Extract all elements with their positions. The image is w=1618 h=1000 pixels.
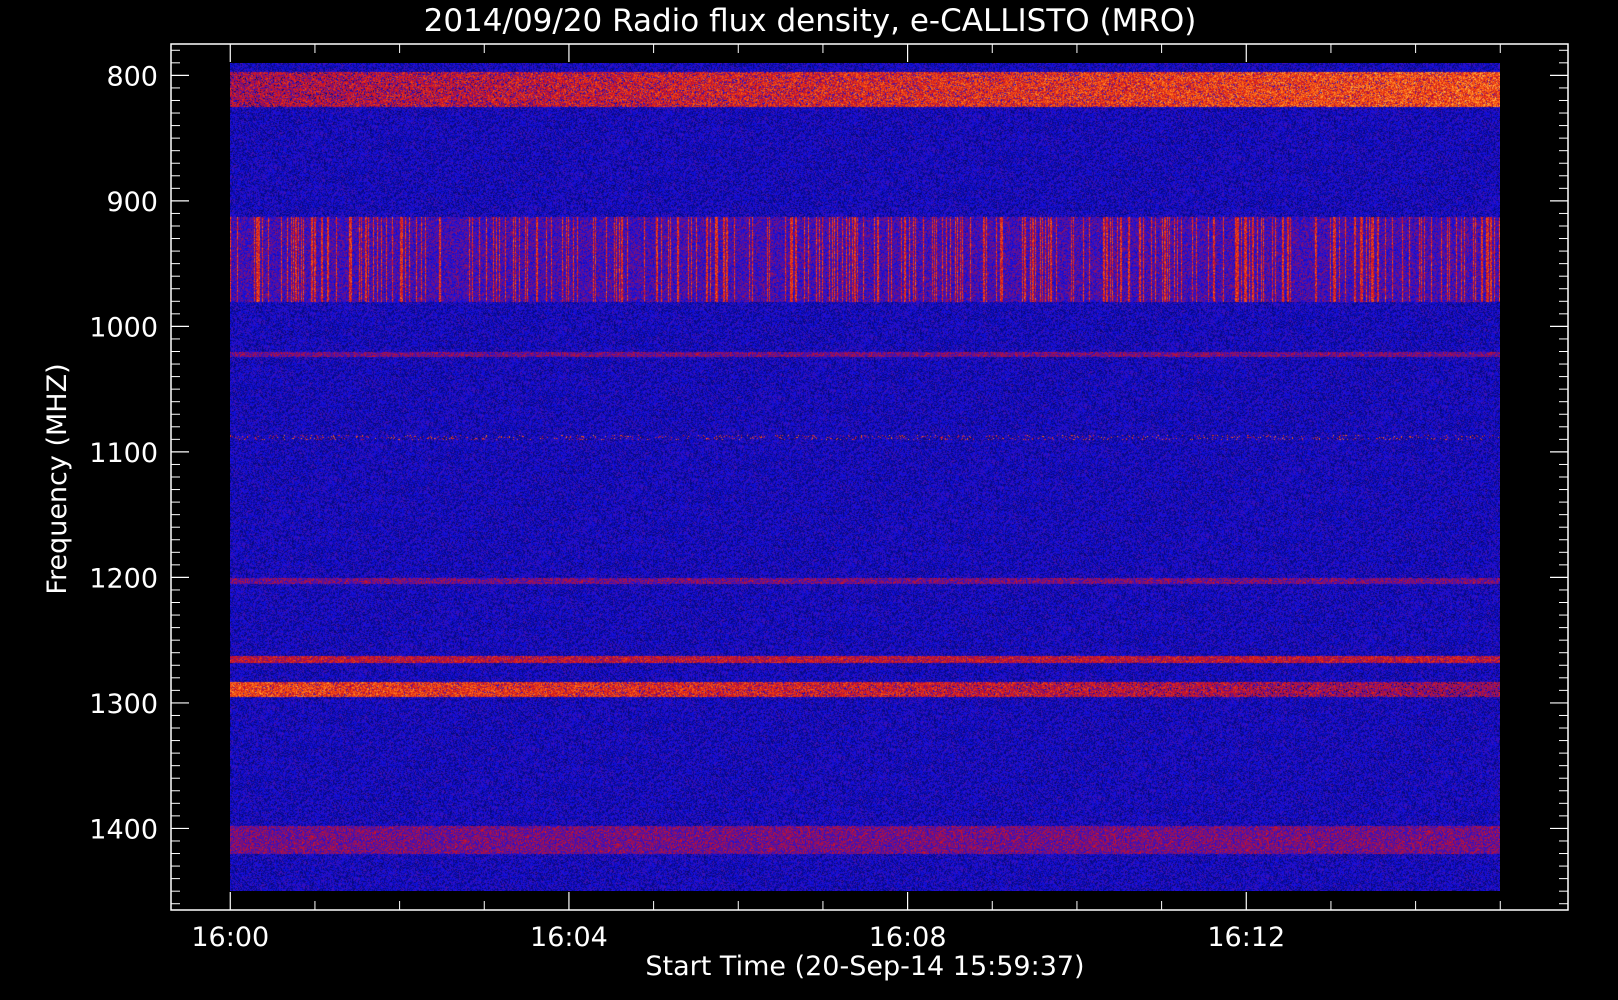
x-tick-label: 16:04 [530,922,608,953]
spectrogram-heatmap [230,62,1501,891]
x-tick-labels: 16:00 16:04 16:08 16:12 [191,922,1285,953]
x-tick-label: 16:12 [1207,922,1285,953]
x-tick-label: 16:08 [869,922,947,953]
y-tick-label: 1200 [89,563,158,594]
y-tick-label: 1100 [89,438,158,469]
y-tick-label: 800 [106,61,158,92]
chart-title: 2014/09/20 Radio flux density, e-CALLIST… [424,3,1197,39]
spectrogram-chart: 2014/09/20 Radio flux density, e-CALLIST… [42,3,1569,982]
x-tick-label: 16:00 [191,922,269,953]
y-tick-label: 900 [106,187,158,218]
y-tick-label: 1400 [89,814,158,845]
x-axis-label: Start Time (20-Sep-14 15:59:37) [645,951,1084,982]
y-tick-label: 1000 [89,312,158,343]
y-axis-label: Frequency (MHZ) [42,363,73,594]
y-tick-labels: 800 900 1000 1100 1200 1300 1400 [89,61,158,845]
spectrogram-image-holder [230,62,1501,891]
y-tick-label: 1300 [89,689,158,720]
